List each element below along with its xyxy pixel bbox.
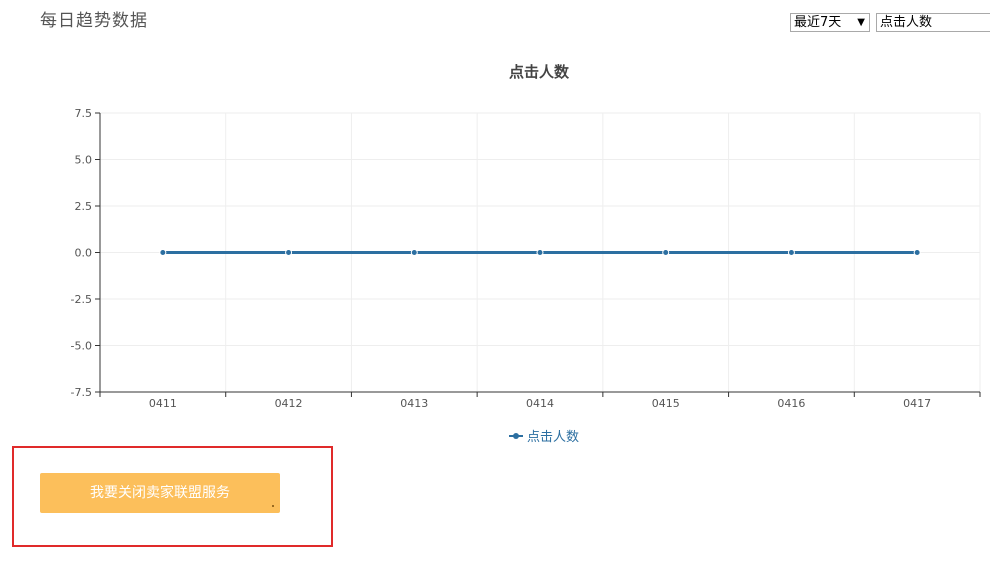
y-tick-label: 5.0	[75, 154, 93, 167]
chart-title: 点击人数	[509, 63, 570, 81]
close-service-button-label: 我要关闭卖家联盟服务	[90, 485, 230, 501]
y-tick-label: -7.5	[71, 386, 92, 399]
y-tick-label: 2.5	[75, 200, 93, 213]
chart-series	[159, 249, 921, 256]
x-tick-label: 0411	[149, 397, 177, 410]
button-dot	[272, 505, 274, 507]
data-point	[285, 249, 293, 256]
close-service-button[interactable]: 我要关闭卖家联盟服务	[40, 473, 280, 513]
y-tick-label: 0.0	[75, 247, 93, 260]
data-point	[913, 249, 921, 256]
y-tick-label: 7.5	[75, 107, 93, 120]
x-tick-label: 0416	[777, 397, 805, 410]
legend-marker-icon	[513, 433, 519, 439]
chart-legend[interactable]: 点击人数	[509, 430, 579, 445]
data-point	[536, 249, 544, 256]
x-tick-label: 0413	[400, 397, 428, 410]
data-point	[159, 249, 167, 256]
y-tick-label: -2.5	[71, 293, 92, 306]
x-tick-label: 0414	[526, 397, 554, 410]
y-tick-label: -5.0	[71, 340, 92, 353]
legend-label: 点击人数	[527, 430, 579, 445]
data-point	[410, 249, 418, 256]
x-tick-label: 0415	[652, 397, 680, 410]
data-point	[662, 249, 670, 256]
data-point	[787, 249, 795, 256]
chart-axes: 7.5 5.0 2.5 0.0 -2.5 -5.0 -7.5 0411 0412 0413 0414…	[71, 107, 981, 410]
x-tick-label: 0412	[275, 397, 303, 410]
trend-line-chart: 点击人数 7.5 5.0 2.5 0.0 -2.5 -5.0 -7.5 0411 0412 041…	[71, 63, 981, 445]
x-tick-label: 0417	[903, 397, 931, 410]
